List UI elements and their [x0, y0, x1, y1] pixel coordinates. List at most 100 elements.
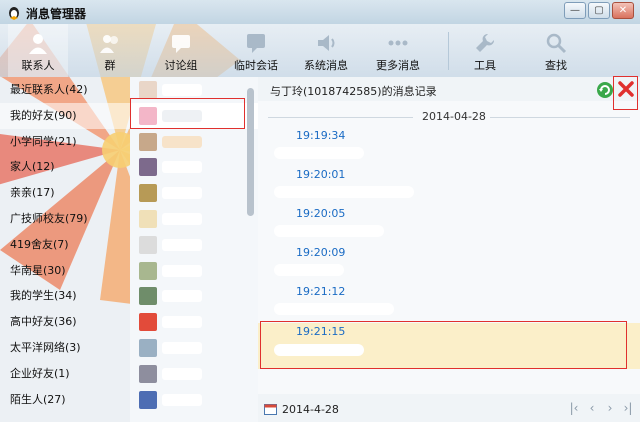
message-panel-footer: 2014-4-28 |‹ ‹ › ›|	[258, 394, 640, 422]
more-icon	[388, 40, 408, 46]
tools-button[interactable]: 工具	[455, 24, 515, 77]
contact-item[interactable]	[130, 232, 258, 258]
next-page-button[interactable]: ›	[602, 401, 618, 415]
close-button[interactable]: ✕	[612, 2, 634, 19]
maximize-button[interactable]: ▢	[588, 2, 610, 19]
group-item[interactable]: 亲亲(17)	[0, 180, 130, 206]
obscured-name	[162, 161, 202, 174]
message-time: 19:20:05	[296, 207, 346, 220]
message-panel-header: 与丁玲(1018742585)的消息记录	[258, 77, 640, 101]
avatar	[139, 209, 157, 228]
tab-discussion[interactable]: 讨论组	[151, 24, 211, 77]
minimize-button[interactable]: —	[564, 2, 586, 19]
group-item[interactable]: 419舍友(7)	[0, 232, 130, 258]
group-item[interactable]: 高中好友(36)	[0, 309, 130, 335]
contact-item[interactable]	[130, 387, 258, 413]
window-title: 消息管理器	[26, 7, 87, 21]
message-item: 19:20:05	[258, 207, 640, 246]
obscured-name	[162, 367, 202, 380]
date-separator: 2014-04-28	[258, 110, 640, 124]
group-item[interactable]: 陌生人(27)	[0, 387, 130, 413]
temp-chat-icon	[247, 34, 265, 53]
close-icon: ✕	[618, 5, 628, 16]
message-item: 19:20:01	[258, 168, 640, 207]
group-list: 最近联系人(42) 我的好友(90) 小学同学(21) 家人(12) 亲亲(17…	[0, 77, 130, 422]
main-toolbar: 联系人 群 讨论组 临时会话 系统消息 更多消息 工具 查找	[0, 24, 640, 77]
contact-item[interactable]	[130, 206, 258, 232]
message-time: 19:21:12	[296, 285, 346, 298]
contact-item[interactable]	[130, 258, 258, 284]
conversation-title: 与丁玲(1018742585)的消息记录	[270, 85, 437, 98]
group-item[interactable]: 最近联系人(42)	[0, 77, 130, 103]
avatar	[139, 364, 157, 383]
group-item[interactable]: 企业好友(1)	[0, 361, 130, 387]
first-page-button[interactable]: |‹	[566, 401, 582, 415]
obscured-message-text	[274, 147, 364, 159]
minimize-icon: —	[570, 5, 580, 16]
tab-label: 讨论组	[164, 59, 198, 72]
last-page-button[interactable]: ›|	[620, 401, 636, 415]
obscured-name	[162, 290, 202, 303]
contact-item[interactable]	[130, 154, 258, 180]
avatar	[139, 287, 157, 306]
refresh-icon[interactable]	[596, 81, 614, 99]
toolbar-divider	[448, 32, 449, 70]
separator-line	[268, 117, 413, 118]
message-item: 19:20:09	[258, 246, 640, 285]
tab-label: 查找	[545, 59, 567, 72]
contact-item[interactable]	[130, 309, 258, 335]
tab-label: 联系人	[21, 59, 55, 72]
contact-item[interactable]	[130, 180, 258, 206]
avatar	[139, 390, 157, 409]
obscured-name	[162, 341, 202, 354]
group-item[interactable]: 我的学生(34)	[0, 283, 130, 309]
delete-button-annotation	[613, 76, 638, 110]
calendar-icon[interactable]	[264, 403, 277, 415]
prev-page-button[interactable]: ‹	[584, 401, 600, 415]
tab-contacts[interactable]: 联系人	[8, 24, 68, 77]
avatar	[139, 81, 157, 99]
obscured-message-text	[274, 225, 384, 237]
search-icon	[546, 33, 567, 54]
group-item[interactable]: 小学同学(21)	[0, 129, 130, 155]
group-item[interactable]: 华南星(30)	[0, 258, 130, 284]
obscured-name	[162, 316, 202, 329]
tab-more-messages[interactable]: 更多消息	[368, 24, 428, 77]
group-icon	[100, 35, 118, 53]
search-button[interactable]: 查找	[526, 24, 586, 77]
message-item: 19:19:34	[258, 129, 640, 168]
tab-label: 系统消息	[304, 59, 348, 72]
avatar	[139, 313, 157, 332]
avatar	[139, 184, 157, 203]
window-controls: — ▢ ✕	[564, 2, 634, 19]
tab-label: 工具	[474, 59, 496, 72]
avatar	[139, 158, 157, 177]
maximize-icon: ▢	[594, 5, 604, 16]
tab-groups[interactable]: 群	[80, 24, 140, 77]
contact-item[interactable]	[130, 335, 258, 361]
group-item[interactable]: 我的好友(90)	[0, 102, 130, 129]
contact-item[interactable]	[130, 283, 258, 309]
tab-temp-chat[interactable]: 临时会话	[226, 24, 286, 77]
contact-item[interactable]	[130, 361, 258, 387]
group-item[interactable]: 家人(12)	[0, 154, 130, 180]
contact-item[interactable]	[130, 129, 258, 155]
obscured-name	[162, 212, 202, 225]
avatar	[139, 132, 157, 151]
scrollbar-thumb[interactable]	[247, 88, 254, 216]
obscured-name	[162, 393, 202, 406]
contact-scrollbar[interactable]	[245, 80, 256, 418]
selected-contact-annotation	[130, 98, 245, 129]
message-time: 19:20:01	[296, 168, 346, 181]
group-item[interactable]: 太平洋网络(3)	[0, 335, 130, 361]
footer-date: 2014-4-28	[282, 403, 339, 416]
tab-system-messages[interactable]: 系统消息	[296, 24, 356, 77]
group-item[interactable]: 广技师校友(79)	[0, 206, 130, 232]
title-bar: 消息管理器 — ▢ ✕	[0, 0, 640, 24]
wrench-icon	[476, 33, 495, 52]
obscured-name	[162, 135, 202, 148]
contacts-icon	[29, 34, 47, 54]
tab-label: 群	[104, 59, 116, 72]
obscured-message-text	[274, 186, 414, 198]
selected-message-annotation	[260, 321, 627, 369]
